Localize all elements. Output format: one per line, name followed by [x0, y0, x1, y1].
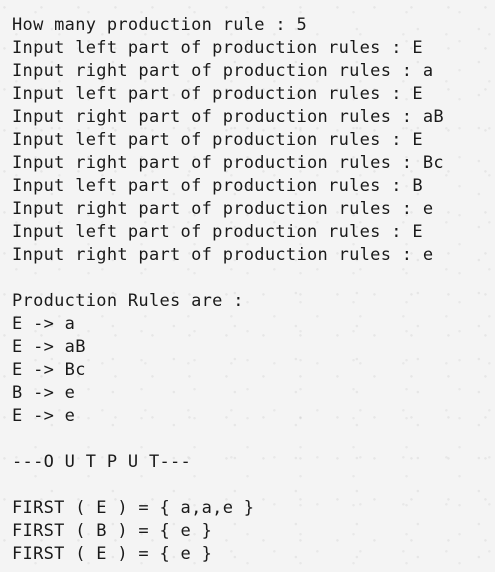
rule-line: E -> aB	[12, 337, 86, 357]
rule-line: B -> e	[12, 383, 76, 403]
terminal-output: How many production rule : 5 Input left …	[12, 14, 487, 566]
rule-line: E -> Bc	[12, 360, 86, 380]
rules-header: Production Rules are :	[12, 291, 244, 311]
rule-line: E -> a	[12, 314, 76, 334]
input-right-part-3: Input right part of production rules : B…	[12, 153, 444, 173]
input-right-part-5: Input right part of production rules : e	[12, 245, 434, 265]
first-set-line: FIRST ( B ) = { e }	[12, 521, 213, 541]
output-header: ---O U T P U T---	[12, 452, 192, 472]
prompt-rule-count: How many production rule : 5	[12, 15, 307, 35]
rule-line: E -> e	[12, 406, 76, 426]
input-left-part-3: Input left part of production rules : E	[12, 130, 423, 150]
first-set-line: FIRST ( E ) = { e }	[12, 544, 213, 564]
input-right-part-4: Input right part of production rules : e	[12, 199, 434, 219]
input-right-part-1: Input right part of production rules : a	[12, 61, 434, 81]
input-left-part-1: Input left part of production rules : E	[12, 38, 423, 58]
input-left-part-2: Input left part of production rules : E	[12, 84, 423, 104]
input-right-part-2: Input right part of production rules : a…	[12, 107, 444, 127]
input-left-part-4: Input left part of production rules : B	[12, 176, 423, 196]
input-left-part-5: Input left part of production rules : E	[12, 222, 423, 242]
first-set-line: FIRST ( E ) = { a,a,e }	[12, 498, 255, 518]
